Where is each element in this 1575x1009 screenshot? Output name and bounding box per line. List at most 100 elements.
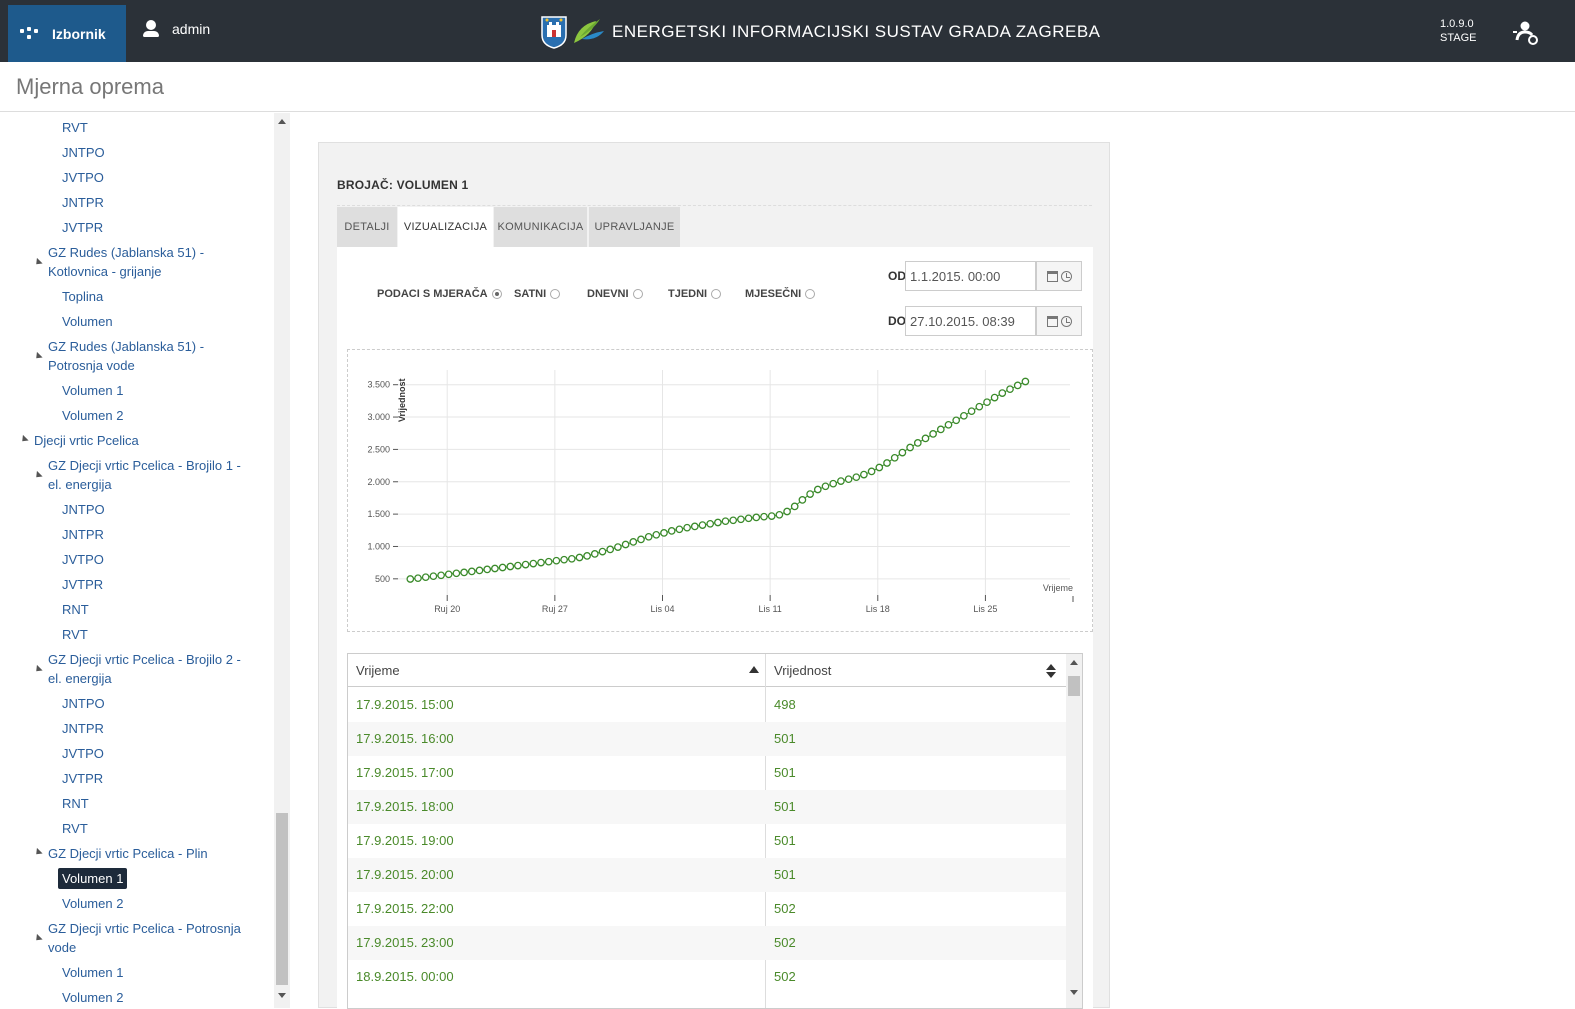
- tree-item[interactable]: JVTPO: [62, 168, 104, 187]
- tree-item[interactable]: Volumen 2: [62, 406, 123, 425]
- data-point[interactable]: [960, 411, 968, 420]
- tree-item[interactable]: JNTPO: [62, 694, 105, 713]
- data-point[interactable]: [637, 535, 645, 544]
- tree-item[interactable]: RVT: [62, 819, 88, 838]
- data-point[interactable]: [829, 479, 838, 488]
- tree-group-node[interactable]: GZ Djecji vrtic Pcelica - Potrosnja: [33, 919, 241, 944]
- data-point[interactable]: [498, 563, 507, 572]
- data-point[interactable]: [913, 439, 922, 447]
- table-row[interactable]: 17.9.2015. 20:00 501: [348, 858, 1066, 892]
- table-row[interactable]: 17.9.2015. 23:00 502: [348, 926, 1066, 960]
- collapse-caret-icon[interactable]: [33, 257, 43, 268]
- data-point[interactable]: [852, 473, 861, 482]
- tree-item[interactable]: Volumen 1: [62, 381, 123, 400]
- granularity-hourly-option[interactable]: SATNI: [514, 288, 561, 300]
- tree-group-node-line2[interactable]: Potrosnja vode: [48, 356, 135, 375]
- data-point[interactable]: [844, 475, 853, 484]
- tree-group-node[interactable]: GZ Djecji vrtic Pcelica - Brojilo 1 -: [33, 456, 241, 481]
- granularity-raw-option[interactable]: PODACI S MJERAČA: [377, 288, 502, 300]
- data-point[interactable]: [552, 556, 561, 565]
- data-point[interactable]: [598, 547, 607, 556]
- tree-group-node-line2[interactable]: el. energija: [48, 669, 112, 688]
- granularity-daily-option[interactable]: DNEVNI: [587, 288, 643, 300]
- data-point[interactable]: [675, 525, 684, 534]
- data-point[interactable]: [483, 565, 492, 574]
- tree-item[interactable]: JNTPO: [62, 143, 105, 162]
- data-point[interactable]: [529, 559, 538, 568]
- table-scrollbar[interactable]: [1066, 654, 1082, 1008]
- data-point[interactable]: [936, 425, 945, 434]
- tree-item[interactable]: RVT: [62, 118, 88, 137]
- data-point[interactable]: [590, 550, 599, 558]
- table-row[interactable]: 17.9.2015. 22:00 502: [348, 892, 1066, 926]
- data-point[interactable]: [714, 518, 722, 527]
- data-point[interactable]: [606, 545, 615, 554]
- data-point[interactable]: [514, 561, 522, 570]
- data-point[interactable]: [729, 516, 738, 525]
- data-point[interactable]: [460, 568, 468, 577]
- tree-location-node[interactable]: Djecji vrtic Pcelica: [19, 431, 139, 450]
- radio-icon[interactable]: [550, 289, 561, 299]
- data-point[interactable]: [506, 562, 515, 571]
- data-point[interactable]: [837, 477, 845, 485]
- data-point[interactable]: [883, 459, 891, 467]
- column-header-value[interactable]: Vrijednost: [766, 654, 1066, 687]
- data-point[interactable]: [798, 496, 807, 504]
- data-point[interactable]: [752, 513, 761, 522]
- sort-ascending-icon[interactable]: [749, 666, 759, 673]
- data-point[interactable]: [406, 575, 415, 583]
- table-row[interactable]: 17.9.2015. 17:00 501: [348, 756, 1066, 790]
- data-point[interactable]: [737, 515, 745, 524]
- data-point[interactable]: [667, 527, 676, 535]
- scroll-down-arrow-icon[interactable]: [278, 993, 286, 998]
- tree-group-node[interactable]: GZ Rudes (Jablanska 51) -: [33, 243, 204, 268]
- radio-icon[interactable]: [632, 289, 643, 299]
- data-point[interactable]: [698, 521, 707, 529]
- data-point[interactable]: [760, 512, 768, 521]
- data-point[interactable]: [783, 507, 791, 516]
- tab-visualization[interactable]: VIZUALIZACIJA: [398, 207, 493, 247]
- tree-item[interactable]: Volumen 1: [62, 963, 123, 982]
- data-point[interactable]: [537, 558, 545, 567]
- tree-item[interactable]: Volumen: [62, 312, 113, 331]
- scroll-up-arrow-icon[interactable]: [278, 119, 286, 124]
- data-point[interactable]: [421, 573, 430, 582]
- collapse-caret-icon[interactable]: [33, 470, 43, 481]
- data-point[interactable]: [444, 570, 453, 579]
- data-point[interactable]: [644, 532, 653, 541]
- data-point[interactable]: [821, 482, 830, 491]
- data-point[interactable]: [429, 572, 438, 581]
- data-point[interactable]: [621, 540, 630, 549]
- data-point[interactable]: [860, 470, 868, 479]
- collapse-caret-icon[interactable]: [33, 351, 43, 362]
- user-settings-icon[interactable]: [1512, 20, 1540, 46]
- collapse-caret-icon[interactable]: [33, 933, 43, 944]
- tree-group-node-line2[interactable]: vode: [48, 938, 76, 957]
- tree-item-selected[interactable]: Volumen 1: [58, 868, 128, 889]
- sidebar-scrollbar[interactable]: [274, 113, 290, 1008]
- from-date-picker-button[interactable]: [1036, 261, 1082, 291]
- data-point[interactable]: [975, 402, 984, 411]
- table-row[interactable]: 17.9.2015. 18:00 501: [348, 790, 1066, 824]
- data-point[interactable]: [990, 393, 999, 402]
- tree-item[interactable]: Toplina: [62, 287, 103, 306]
- tree-item[interactable]: RNT: [62, 794, 89, 813]
- data-point[interactable]: [544, 557, 553, 566]
- radio-icon[interactable]: [805, 289, 816, 299]
- data-point[interactable]: [452, 569, 461, 578]
- data-point[interactable]: [706, 519, 715, 528]
- to-date-input[interactable]: [905, 306, 1036, 336]
- data-point[interactable]: [875, 463, 884, 472]
- data-point[interactable]: [491, 564, 499, 573]
- data-point[interactable]: [890, 453, 899, 462]
- data-point[interactable]: [806, 490, 814, 498]
- tree-item[interactable]: JNTPR: [62, 193, 104, 212]
- data-point[interactable]: [744, 514, 753, 523]
- data-point[interactable]: [560, 555, 568, 564]
- data-point[interactable]: [944, 420, 953, 429]
- data-point[interactable]: [690, 522, 699, 531]
- data-point[interactable]: [475, 566, 484, 575]
- data-point[interactable]: [898, 448, 907, 457]
- tab-management[interactable]: UPRAVLJANJE: [589, 207, 680, 247]
- data-point[interactable]: [921, 434, 930, 443]
